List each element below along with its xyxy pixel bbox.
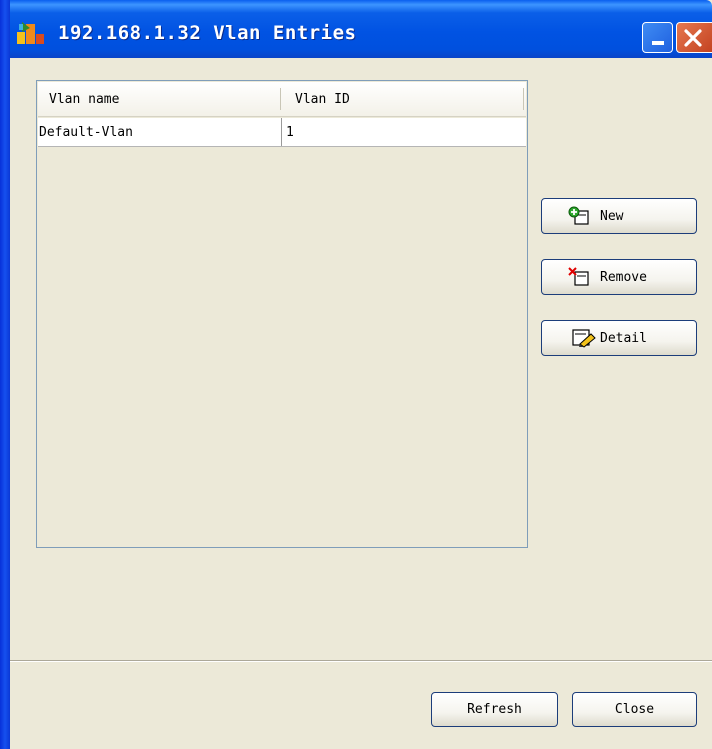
detail-button[interactable]: Detail: [541, 320, 697, 356]
new-button-label: New: [600, 209, 624, 224]
new-document-icon: [568, 206, 590, 230]
footer-divider: [10, 660, 712, 662]
vlan-list[interactable]: Vlan name Vlan ID Default-Vlan 1: [36, 80, 528, 548]
minimize-button[interactable]: [642, 22, 673, 53]
close-icon: [684, 29, 702, 47]
table-row[interactable]: Default-Vlan 1: [38, 118, 526, 147]
remove-document-icon: [568, 267, 590, 291]
app-logo-icon: [16, 20, 48, 46]
refresh-button-label: Refresh: [467, 702, 522, 717]
remove-button-label: Remove: [600, 270, 647, 285]
cell-vlan-id: 1: [286, 125, 294, 140]
cell-divider: [281, 118, 282, 146]
minimize-icon: [652, 41, 664, 45]
new-button[interactable]: New: [541, 198, 697, 234]
column-divider[interactable]: [523, 88, 524, 110]
list-header: Vlan name Vlan ID: [38, 82, 526, 117]
edit-detail-icon: [572, 328, 596, 352]
title-bar[interactable]: 192.168.1.32 Vlan Entries: [0, 0, 712, 58]
detail-button-label: Detail: [600, 331, 647, 346]
refresh-button[interactable]: Refresh: [431, 692, 558, 727]
cell-vlan-name: Default-Vlan: [39, 125, 133, 140]
close-button-label: Close: [614, 702, 655, 717]
column-header-vlan-id[interactable]: Vlan ID: [295, 92, 350, 107]
close-window-button[interactable]: [676, 22, 712, 53]
column-divider[interactable]: [280, 88, 281, 110]
window-title: 192.168.1.32 Vlan Entries: [58, 22, 357, 44]
column-header-vlan-name[interactable]: Vlan name: [49, 92, 119, 107]
close-button[interactable]: Close: [572, 692, 697, 727]
remove-button[interactable]: Remove: [541, 259, 697, 295]
vlan-entries-window: 192.168.1.32 Vlan Entries Vlan name Vlan…: [0, 0, 712, 749]
window-left-border: [0, 0, 10, 749]
